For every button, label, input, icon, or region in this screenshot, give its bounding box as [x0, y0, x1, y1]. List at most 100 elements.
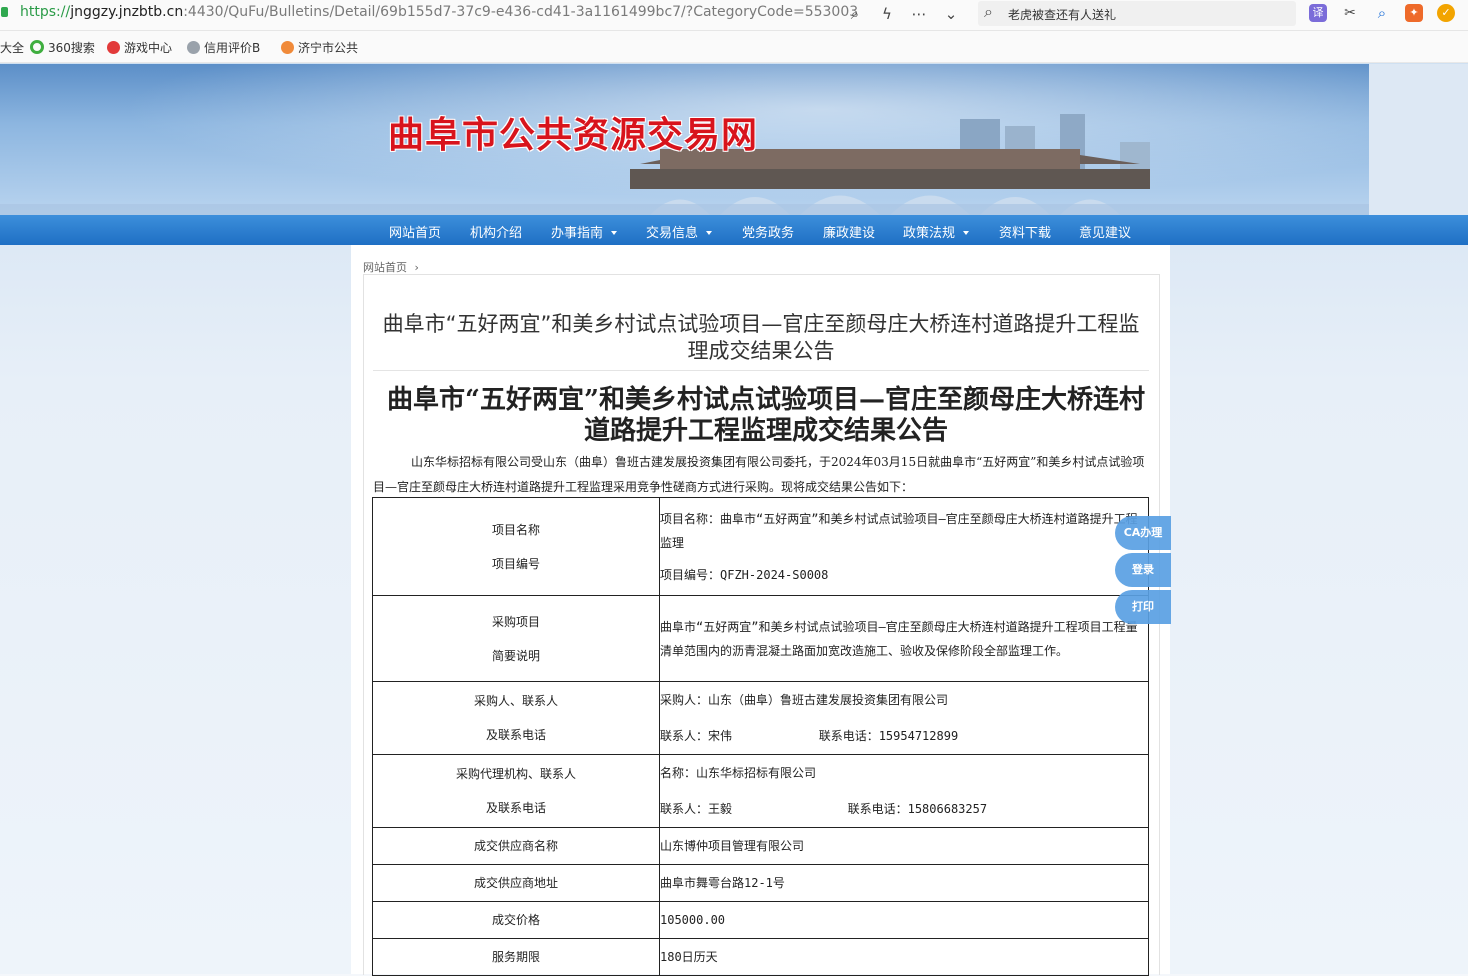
url-path: :4430/QuFu/Bulletins/Detail/69b155d7-37c…: [183, 4, 859, 20]
row-value-text: 采购人：山东（曲阜）鲁班古建发展投资集团有限公司: [660, 693, 949, 707]
row-label-text: 简要说明: [491, 648, 540, 663]
row-value: 名称：山东华标招标有限公司 联系人：王毅 联系电话：15806683257: [659, 754, 1149, 828]
row-label: 成交供应商地址: [372, 864, 660, 902]
row-label-gap: [373, 542, 659, 552]
bookmark-item[interactable]: 游戏中心: [107, 39, 172, 56]
site-banner: 曲阜市公共资源交易网: [0, 64, 1369, 215]
row-label-text: 采购代理机构、联系人: [455, 767, 576, 781]
row-label-gap: [373, 713, 659, 723]
row-value: 项目名称：曲阜市“五好两宜”和美乡村试点试验项目—官庄至颜母庄大桥连村道路提升工…: [659, 497, 1149, 596]
table-row: 采购项目 简要说明 曲阜市“五好两宜”和美乡村试点试验项目—官庄至颜母庄大桥连村…: [372, 595, 1149, 682]
bookmark-item[interactable]: 济宁市公共: [281, 39, 358, 56]
scissors-icon[interactable]: ✂: [1341, 4, 1359, 22]
url-scheme: https://: [20, 4, 71, 20]
url-host: jnggzy.jnzbtb.cn: [70, 4, 184, 20]
browser-search-box[interactable]: ⌕ 老虎被查还有人送礼: [978, 1, 1296, 26]
ca-service-button[interactable]: CA办理: [1115, 516, 1171, 550]
row-value-text: 曲阜市“五好两宜”和美乡村试点试验项目—官庄至颜母庄大桥连村道路提升工程项目工程…: [660, 619, 1138, 658]
row-label-text: 采购项目: [491, 614, 540, 629]
row-label-text: 采购人、联系人: [473, 694, 558, 708]
row-label-text: 及联系电话: [485, 728, 546, 742]
lightning-icon[interactable]: ϟ: [875, 3, 899, 25]
nav-policy[interactable]: 政策法规: [903, 222, 970, 241]
row-label: 成交价格: [372, 901, 660, 939]
nav-party-affairs[interactable]: 党务政务: [742, 222, 794, 241]
nav-integrity[interactable]: 廉政建设: [823, 222, 875, 241]
game-icon[interactable]: ✦: [1405, 4, 1423, 22]
row-label-text: 成交供应商地址: [473, 876, 558, 890]
row-value-text: 项目名称：曲阜市“五好两宜”和美乡村试点试验项目—官庄至颜母庄大桥连村道路提升工…: [660, 511, 1138, 550]
search-icon[interactable]: ⌕: [843, 3, 867, 25]
article-intro: 山东华标招标有限公司受山东（曲阜）鲁班古建发展投资集团有限公司委托，于2024年…: [373, 455, 1145, 494]
table-row: 采购人、联系人 及联系电话 采购人：山东（曲阜）鲁班古建发展投资集团有限公司 联…: [372, 681, 1149, 755]
caret-down-icon: [706, 231, 713, 235]
row-value: 180日历天: [659, 938, 1149, 976]
print-button[interactable]: 打印: [1115, 590, 1171, 624]
game-center-icon: [107, 41, 120, 54]
banner-edge: [1369, 64, 1468, 215]
row-label-text: 项目编号: [491, 556, 540, 571]
translate-icon[interactable]: 译: [1309, 4, 1327, 22]
article-body-title: 曲阜市“五好两宜”和美乡村试点试验项目—官庄至颜母庄大桥连村道路提升工程监理成交…: [387, 385, 1145, 446]
login-button[interactable]: 登录: [1115, 553, 1171, 587]
360-search-icon: [30, 40, 44, 54]
row-value-text: 105000.00: [660, 913, 726, 927]
row-value-text: 项目编号：QFZH-2024-S0008: [660, 567, 829, 582]
divider: [373, 370, 1149, 371]
site-title: 曲阜市公共资源交易网: [388, 115, 759, 156]
row-value-text: 联系人：王毅 联系电话：15806683257: [660, 802, 988, 816]
row-value: 采购人：山东（曲阜）鲁班古建发展投资集团有限公司 联系人：宋伟 联系电话：159…: [659, 681, 1149, 755]
row-value: 105000.00: [659, 901, 1149, 939]
breadcrumb: 网站首页 ›: [363, 259, 419, 275]
row-label-gap: [373, 786, 659, 796]
table-row: 成交供应商名称 山东博仲项目管理有限公司: [372, 827, 1149, 865]
caret-down-icon: [611, 231, 618, 235]
url-field[interactable]: https://jnggzy.jnzbtb.cn:4430/QuFu/Bulle…: [20, 4, 858, 20]
row-label-gap: [373, 634, 659, 644]
article-header-title: 曲阜市“五好两宜”和美乡村试点试验项目—官庄至颜母庄大桥连村道路提升工程监理成交…: [382, 312, 1140, 363]
address-bar: https://jnggzy.jnzbtb.cn:4430/QuFu/Bulle…: [0, 0, 1468, 31]
row-label-text: 成交供应商名称: [473, 839, 558, 853]
row-label: 项目名称 项目编号: [372, 497, 660, 596]
nav-home[interactable]: 网站首页: [389, 222, 441, 241]
site-icon: [281, 41, 294, 54]
row-label: 服务期限: [372, 938, 660, 976]
row-label: 采购人、联系人 及联系电话: [372, 681, 660, 755]
nav-guide[interactable]: 办事指南: [551, 222, 618, 241]
row-label: 成交供应商名称: [372, 827, 660, 865]
nav-downloads[interactable]: 资料下载: [999, 222, 1051, 241]
row-label-text: 服务期限: [491, 950, 540, 964]
browser-search-text: 老虎被查还有人送礼: [1008, 8, 1117, 22]
row-value-text: 联系人：宋伟 联系电话：15954712899: [660, 729, 959, 743]
magnifier-icon: ⌕: [984, 2, 993, 21]
table-row: 成交价格 105000.00: [372, 901, 1149, 939]
table-row: 成交供应商地址 曲阜市舞雩台路12-1号: [372, 864, 1149, 902]
row-label-text: 成交价格: [491, 913, 540, 927]
lock-icon: [1, 7, 8, 17]
more-icon[interactable]: ⋯: [907, 3, 931, 25]
bookmark-item[interactable]: 大全: [0, 39, 24, 56]
result-table: 项目名称 项目编号 项目名称：曲阜市“五好两宜”和美乡村试点试验项目—官庄至颜母…: [372, 497, 1149, 976]
bookmark-item[interactable]: 360搜索: [30, 39, 95, 56]
bookmark-item[interactable]: 信用评价B: [187, 39, 260, 56]
nav-trade-info[interactable]: 交易信息: [646, 222, 713, 241]
row-value-text: 山东博仲项目管理有限公司: [660, 839, 805, 853]
chevron-down-icon[interactable]: ⌄: [939, 3, 963, 25]
bookmarks-bar: 大全 360搜索 游戏中心 信用评价B 济宁市公共: [0, 31, 1468, 63]
nav-feedback[interactable]: 意见建议: [1079, 222, 1131, 241]
row-label: 采购项目 简要说明: [372, 595, 660, 682]
globe-icon: [187, 41, 200, 54]
row-value-text: 曲阜市舞雩台路12-1号: [660, 876, 785, 890]
row-value-text: 名称：山东华标招标有限公司: [660, 766, 817, 780]
breadcrumb-home[interactable]: 网站首页: [363, 261, 407, 274]
caret-down-icon: [963, 231, 970, 235]
shield-icon[interactable]: ✓: [1437, 4, 1455, 22]
table-row: 采购代理机构、联系人 及联系电话 名称：山东华标招标有限公司 联系人：王毅 联系…: [372, 754, 1149, 828]
nav-about[interactable]: 机构介绍: [470, 222, 522, 241]
row-label: 采购代理机构、联系人 及联系电话: [372, 754, 660, 828]
main-nav: 网站首页 机构介绍 办事指南 交易信息 党务政务 廉政建设 政策法规 资料下载 …: [0, 215, 1468, 245]
row-value-text: 180日历天: [660, 950, 718, 964]
find-icon[interactable]: ⌕: [1373, 4, 1391, 22]
row-value: 曲阜市舞雩台路12-1号: [659, 864, 1149, 902]
row-label-text: 项目名称: [491, 522, 540, 537]
